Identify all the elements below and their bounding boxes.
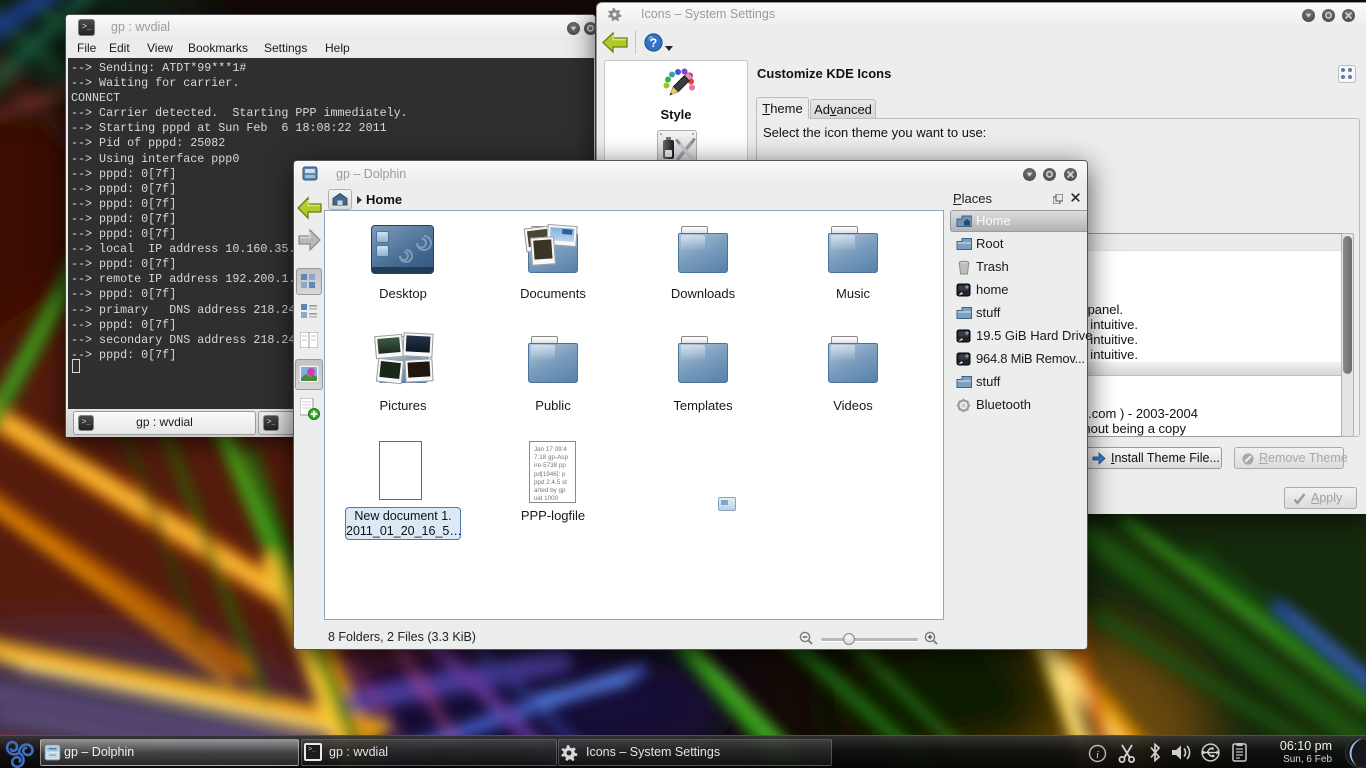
svg-text:?: ? [650, 36, 657, 50]
svg-text:i: i [1096, 749, 1099, 761]
